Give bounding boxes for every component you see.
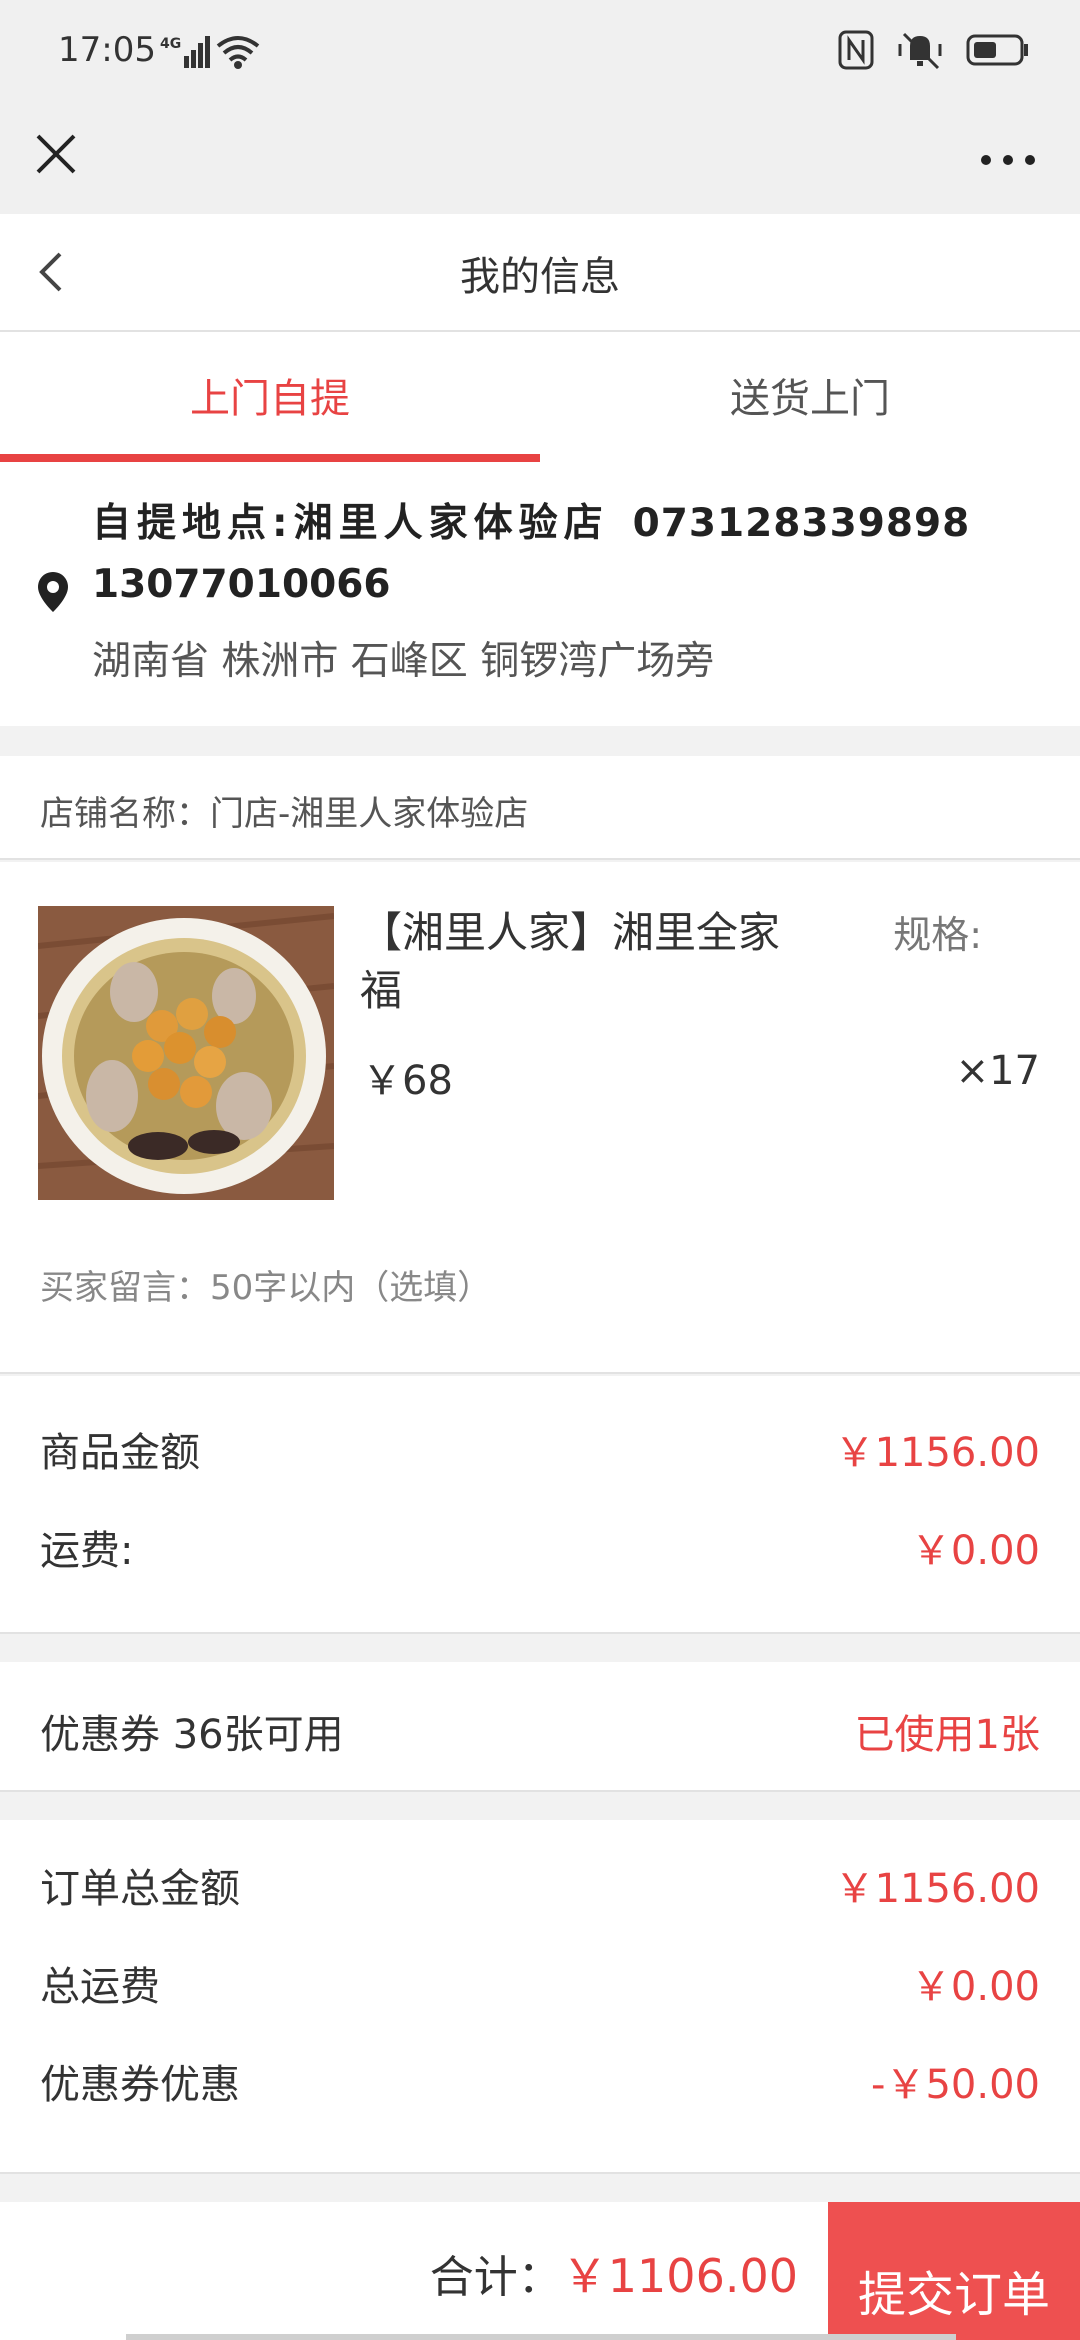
product-image — [38, 906, 334, 1200]
goods-amount-label: 商品金额 — [40, 1430, 200, 1476]
store-phone: 073128339898 — [632, 501, 971, 546]
product-spec-label: 规格: — [893, 913, 982, 957]
coupon-label: 优惠券 36张可用 — [40, 1712, 344, 1758]
coupon-row[interactable]: 优惠券 36张可用 已使用1张 — [0, 1662, 1080, 1792]
store-row: 店铺名称：门店-湘里人家体验店 — [0, 756, 1080, 860]
coupon-status: 已使用1张 — [854, 1712, 1040, 1758]
total-shipping-row: 总运费 ￥0.00 — [40, 1954, 1040, 2012]
more-options-icon[interactable] — [976, 148, 1046, 172]
grand-total: 合计：￥1106.00 — [430, 2240, 798, 2306]
order-total-row: 订单总金额 ￥1156.00 — [40, 1856, 1040, 1914]
coupon-row-content: 优惠券 36张可用 已使用1张 — [40, 1702, 1040, 1760]
page-title: 我的信息 — [460, 254, 620, 300]
close-icon[interactable] — [32, 130, 92, 190]
delivery-tabs: 上门自提 送货上门 — [0, 332, 1080, 462]
nfc-icon — [838, 30, 874, 70]
tab-self-pickup[interactable]: 上门自提 — [0, 332, 540, 462]
shipping-value: ￥0.00 — [910, 1528, 1040, 1574]
goods-amount-value: ￥1156.00 — [834, 1430, 1040, 1476]
mute-vibrate-icon — [898, 32, 942, 70]
grand-total-label: 合计： — [429, 2252, 562, 2303]
coupon-discount-value: -￥50.00 — [871, 2062, 1040, 2108]
product-quantity: ×17 — [955, 1048, 1040, 1094]
status-right-icons — [838, 30, 1030, 70]
pickup-location-label: 自提地点:湘里人家体验店 — [92, 501, 609, 546]
shipping-label: 运费: — [40, 1528, 134, 1574]
battery-icon — [966, 34, 1028, 66]
submit-order-button[interactable]: 提交订单 — [828, 2202, 1080, 2340]
svg-text:4G: 4G — [160, 36, 181, 52]
product-item: 【湘里人家】湘里全家福 规格: ￥68 ×17 买家留言：50字以内（选填） — [0, 862, 1080, 1374]
status-time: 17:05 — [58, 30, 156, 70]
contact-mobile: 13077010066 — [92, 562, 391, 607]
goods-amount-row: 商品金额 ￥1156.00 — [40, 1420, 1040, 1478]
tab-home-delivery[interactable]: 送货上门 — [540, 332, 1080, 462]
location-pin-icon — [38, 572, 68, 612]
grand-total-value: ￥1106.00 — [561, 2249, 798, 2303]
pickup-info[interactable]: 自提地点:湘里人家体验店 073128339898 13077010066 湖南省… — [0, 462, 1080, 726]
status-bar: 17:05 4G — [0, 0, 1080, 108]
coupon-discount-row: 优惠券优惠 -￥50.00 — [40, 2052, 1040, 2110]
title-bar: 我的信息 — [0, 214, 1080, 332]
product-price: ￥68 — [362, 1058, 453, 1104]
home-indicator — [126, 2334, 956, 2340]
pickup-location-line: 自提地点:湘里人家体验店 073128339898 — [92, 492, 970, 548]
fees-section: 商品金额 ￥1156.00 运费: ￥0.00 — [0, 1376, 1080, 1634]
order-total-label: 订单总金额 — [40, 1866, 240, 1912]
cellular-signal-icon: 4G — [160, 36, 210, 68]
total-shipping-value: ￥0.00 — [910, 1964, 1040, 2010]
total-shipping-label: 总运费 — [40, 1964, 160, 2010]
totals-section: 订单总金额 ￥1156.00 总运费 ￥0.00 优惠券优惠 -￥50.00 — [0, 1820, 1080, 2174]
shipping-row: 运费: ￥0.00 — [40, 1518, 1040, 1576]
pickup-address: 湖南省 株洲市 石峰区 铜锣湾广场旁 — [92, 639, 715, 684]
order-total-value: ￥1156.00 — [834, 1866, 1040, 1912]
webview-nav-bar — [0, 108, 1080, 214]
coupon-discount-label: 优惠券优惠 — [40, 2062, 240, 2108]
checkout-bar: 合计：￥1106.00 提交订单 — [0, 2202, 1080, 2340]
wifi-icon — [216, 36, 260, 69]
buyer-message-input[interactable]: 买家留言：50字以内（选填） — [40, 1260, 491, 1309]
product-name: 【湘里人家】湘里全家福 — [360, 908, 781, 1015]
store-name: 店铺名称：门店-湘里人家体验店 — [40, 794, 529, 834]
